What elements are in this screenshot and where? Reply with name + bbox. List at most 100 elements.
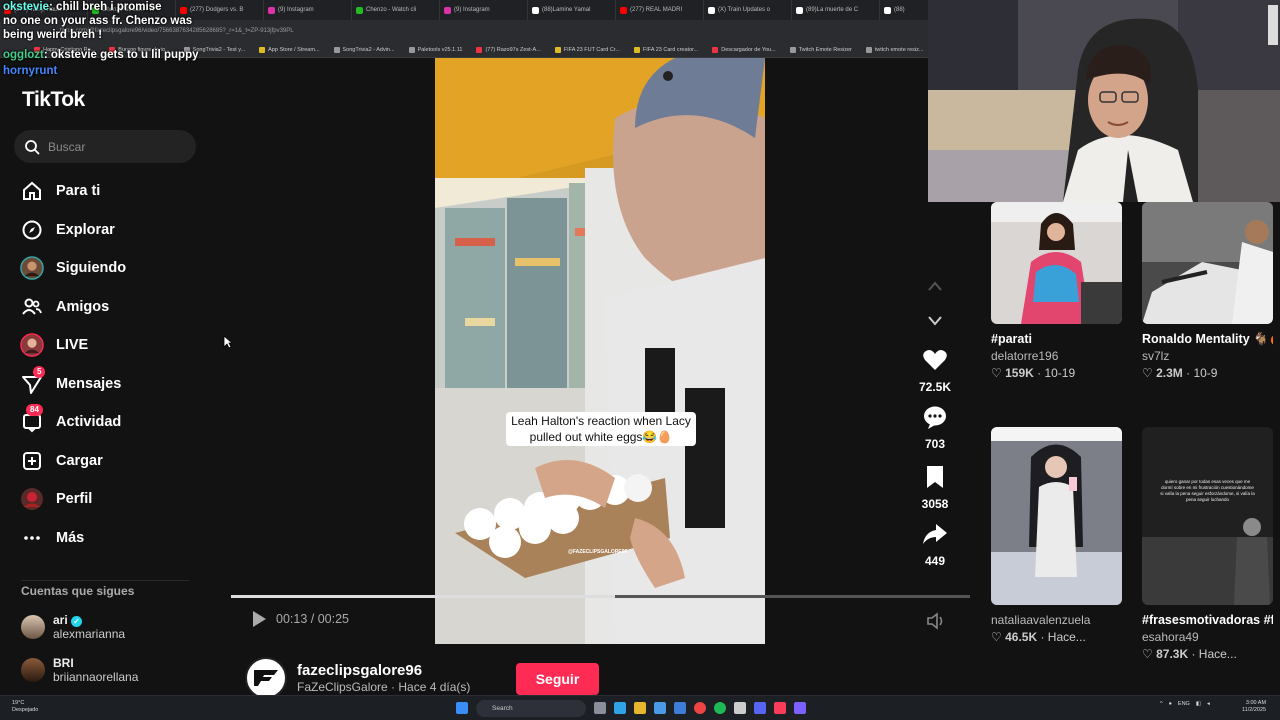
bookmark-icon	[789, 46, 796, 53]
chrome-icon[interactable]	[694, 702, 706, 714]
bookmark[interactable]: twitch emote resiz...	[865, 46, 923, 53]
bookmark[interactable]: SongTrivia2 - Advin...	[333, 46, 395, 53]
verified-icon: ✓	[71, 616, 83, 627]
bookmark-icon	[259, 46, 266, 53]
spotify-icon[interactable]	[714, 702, 726, 714]
tray-volume-icon[interactable]: ◂	[1207, 701, 1210, 707]
video-thumbnail: quiero ganar por todas esas veces que me…	[1142, 427, 1273, 605]
nav-item-cargar[interactable]: Cargar	[20, 446, 220, 476]
account-name: BRI	[53, 656, 74, 670]
author-username[interactable]: fazeclipsgalore96	[297, 662, 470, 680]
bookmark[interactable]: Descargador de You...	[712, 46, 776, 53]
video-progress-bar[interactable]	[231, 595, 970, 598]
discord-icon[interactable]	[754, 702, 766, 714]
rec-views: 2.3M	[1156, 366, 1183, 380]
bookmark[interactable]: FIFA 23 FUT Card Cr...	[554, 46, 620, 53]
teams-icon[interactable]	[794, 702, 806, 714]
rec-title: Ronaldo Mentality 🐐🔥 | #fyp #foryo...	[1142, 332, 1273, 346]
bookmark[interactable]: Twitch Emote Resizer	[789, 46, 852, 53]
comment-icon	[924, 406, 946, 429]
rec-views: 46.5K	[1005, 630, 1038, 644]
tray-mic-icon[interactable]: ●	[1169, 701, 1172, 707]
comment-button[interactable]: 703	[915, 405, 955, 451]
account-info: ari ✓ alexmarianna	[53, 613, 125, 641]
following-account[interactable]: BRI briiannaorellana	[21, 656, 138, 684]
nav-item-live[interactable]: LIVE	[20, 330, 220, 360]
instagram-icon	[444, 6, 451, 14]
nav-item-mensajes[interactable]: 5 Mensajes	[20, 366, 220, 399]
clock-date: 11/2/2025	[1242, 707, 1267, 713]
nav-item-perfil[interactable]: Perfil	[20, 484, 220, 514]
taskbar-apps	[456, 702, 468, 714]
tray-chevron-icon[interactable]: ^	[1160, 701, 1163, 707]
save-button[interactable]: 3058	[915, 465, 955, 511]
time-current: 00:13	[276, 612, 308, 626]
nav-item-actividad[interactable]: 84 Actividad	[20, 404, 220, 437]
system-tray[interactable]: ^ ● ENG ◧ ◂	[1160, 701, 1210, 707]
chevron-up-icon[interactable]	[927, 280, 943, 292]
file-explorer-icon[interactable]	[634, 702, 646, 714]
nav-item-explorar[interactable]: Explorar	[20, 215, 220, 245]
follow-button[interactable]: Seguir	[516, 663, 599, 695]
video-thumbnail	[1142, 202, 1273, 324]
browser-tab[interactable]: (9) Instagram	[264, 0, 352, 20]
windows-start-icon[interactable]	[456, 702, 468, 714]
screen: (277) Tainy, Rauw A Chenzo Stream - W (2…	[0, 0, 1280, 720]
video-author[interactable]: fazeclipsgalore96 FaZeClipsGalore · Hace…	[245, 657, 470, 699]
following-account[interactable]: ari ✓ alexmarianna	[21, 613, 125, 641]
bookmark[interactable]: App Store / Stream...	[259, 46, 320, 53]
play-icon[interactable]	[250, 610, 268, 628]
like-button[interactable]: 72.5K	[915, 348, 955, 394]
browser-tab[interactable]: (9) Instagram	[440, 0, 528, 20]
browser-tab[interactable]: (88)Lamine Yamal	[528, 0, 616, 20]
kick-icon	[356, 6, 363, 14]
video-player[interactable]: @FAZECLIPSGALORE96	[435, 58, 765, 644]
tray-language[interactable]: ENG	[1178, 701, 1190, 707]
nav-item-amigos[interactable]: Amigos	[20, 292, 220, 322]
store-icon[interactable]	[654, 702, 666, 714]
volume-icon[interactable]	[926, 612, 946, 630]
weather-widget[interactable]: 19°C Despejado	[12, 700, 38, 714]
faze-avatar	[245, 657, 287, 699]
rec-thumbnail-text: quiero ganar por todas esas veces que me…	[1160, 479, 1255, 502]
browser-tab[interactable]: (89)La muerte de C	[792, 0, 880, 20]
bookmark[interactable]: FIFA 23 Card creator...	[633, 46, 698, 53]
bookmark-icon	[712, 46, 719, 53]
author-meta-row: FaZeClipsGalore · Hace 4 día(s)	[297, 680, 470, 694]
browser-tab[interactable]: (277) REAL MADRI	[616, 0, 704, 20]
taskbar-clock[interactable]: 3:00 AM 11/2/2025	[1242, 700, 1266, 714]
browser-tab[interactable]: Chenzo - Watch cli	[352, 0, 440, 20]
taskbar-search[interactable]: Search	[476, 700, 586, 717]
save-count: 3058	[921, 497, 949, 511]
recommended-video[interactable]: Ronaldo Mentality 🐐🔥 | #fyp #foryo... sv…	[1142, 202, 1273, 382]
search-input[interactable]: Buscar	[14, 130, 196, 163]
mouse-cursor-icon	[223, 335, 233, 349]
bookmark[interactable]: (77) Razo97s Zest-A...	[476, 46, 541, 53]
steam-icon[interactable]	[734, 702, 746, 714]
rec-stats: ♡ 2.3M · 10-9	[1142, 366, 1218, 380]
video-controls: 00:13 / 00:25	[250, 610, 349, 628]
instagram-icon	[268, 6, 275, 14]
chat-text: no one on your ass fr. Chenzo was being …	[3, 15, 193, 41]
chat-message: okstevie: chill breh i promise	[3, 0, 218, 14]
time-separator: /	[307, 612, 318, 626]
nav-item-para-ti[interactable]: Para ti	[20, 176, 220, 206]
recommended-video[interactable]: quiero ganar por todas esas veces que me…	[1142, 427, 1273, 663]
task-view-icon[interactable]	[594, 702, 606, 714]
recommended-video[interactable]: nataliaavalenzuela ♡ 46.5K · Hace...	[991, 427, 1122, 646]
recommended-video[interactable]: #parati delatorre196 ♡ 159K · 10-19	[991, 202, 1122, 382]
music-icon[interactable]	[774, 702, 786, 714]
bookmark[interactable]: Paletools v25.1.11	[408, 46, 462, 53]
nav-item-mas[interactable]: Más	[20, 523, 220, 553]
tiktok-logo[interactable]: TikTok	[22, 88, 85, 112]
chevron-down-icon[interactable]	[927, 315, 943, 327]
video-progress-fill	[231, 595, 616, 598]
edge-icon[interactable]	[614, 702, 626, 714]
share-button[interactable]: 449	[915, 522, 955, 568]
mail-icon[interactable]	[674, 702, 686, 714]
browser-tab[interactable]: (X) Train Updates o	[704, 0, 792, 20]
tray-network-icon[interactable]: ◧	[1196, 701, 1201, 707]
heart-icon	[923, 350, 947, 370]
nav-item-siguiendo[interactable]: Siguiendo	[20, 253, 220, 283]
rec-stats: ♡ 87.3K · Hace...	[1142, 647, 1237, 661]
